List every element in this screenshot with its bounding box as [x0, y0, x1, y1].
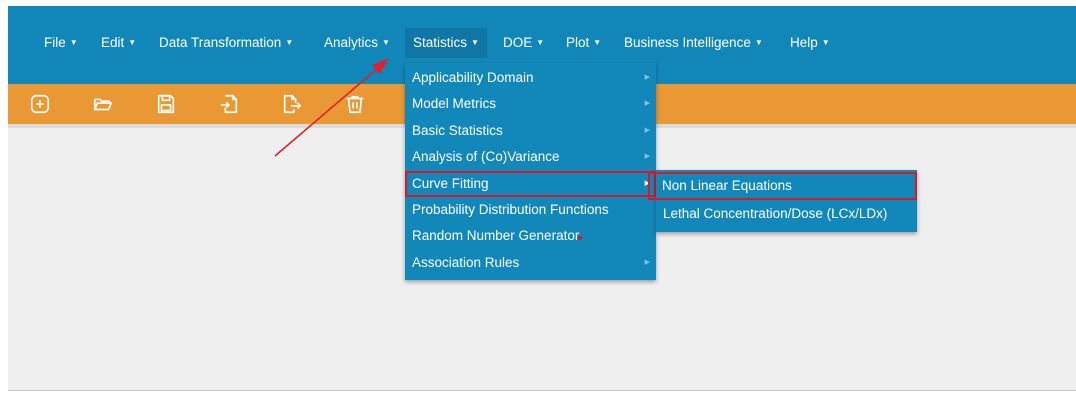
caret-down-icon: ▼ [471, 38, 479, 47]
delete-icon[interactable] [343, 92, 367, 116]
menu-item-label: Applicability Domain [412, 70, 534, 85]
menu-item-association-rules[interactable]: Association Rules ▶ [405, 250, 656, 276]
menu-item-applicability-domain[interactable]: Applicability Domain ▶ [405, 65, 656, 91]
caret-down-icon: ▼ [754, 38, 763, 47]
menu-item-model-metrics[interactable]: Model Metrics ▶ [405, 91, 656, 117]
menu-item-label: Model Metrics [412, 96, 497, 112]
menu-statistics[interactable]: Statistics ▼ [405, 28, 487, 58]
menu-business-intelligence-label: Business Intelligence [624, 35, 751, 50]
submenu-arrow-icon: ▶ [644, 100, 650, 108]
submenu-item-lethal-concentration[interactable]: Lethal Concentration/Dose (LCx/LDx) [656, 200, 917, 228]
submenu-arrow-icon: ▶ [644, 74, 650, 81]
curve-fitting-submenu: Non Linear Equations Lethal Concentratio… [648, 170, 917, 232]
menu-item-label: Association Rules [412, 254, 520, 270]
submenu-item-label: Lethal Concentration/Dose (LCx/LDx) [663, 206, 888, 221]
menu-data-transformation[interactable]: Data Transformation ▼ [159, 28, 293, 58]
menu-file-label: File [44, 35, 66, 50]
caret-down-icon: ▼ [821, 38, 830, 47]
menu-edit[interactable]: Edit ▼ [101, 28, 136, 58]
menu-plot[interactable]: Plot ▼ [566, 28, 601, 58]
menu-item-label: Basic Statistics [412, 122, 503, 138]
menu-item-label: Random Number Generator [412, 228, 580, 244]
menu-item-label: Curve Fitting [412, 175, 489, 191]
menu-item-random-number-generator[interactable]: Random Number Generator [405, 223, 656, 249]
menu-edit-label: Edit [101, 35, 125, 50]
caret-down-icon: ▼ [536, 38, 545, 47]
caret-down-icon: ▼ [69, 38, 78, 47]
menu-help[interactable]: Help ▼ [790, 28, 830, 58]
menu-item-curve-fitting[interactable]: Curve Fitting ▶ [405, 170, 656, 197]
menu-analytics[interactable]: Analytics ▼ [324, 28, 390, 58]
statistics-dropdown-menu: Applicability Domain ▶ Model Metrics ▶ Bas… [405, 63, 656, 280]
import-icon[interactable] [217, 92, 241, 116]
caret-down-icon: ▼ [285, 38, 294, 47]
menu-data-transformation-label: Data Transformation [159, 35, 282, 50]
menu-analytics-label: Analytics [324, 35, 379, 50]
menu-statistics-label: Statistics [413, 35, 468, 50]
submenu-arrow-icon: ▶ [644, 153, 650, 161]
submenu-arrow-icon: ▶ [644, 126, 650, 134]
menu-help-label: Help [790, 35, 818, 50]
menu-file[interactable]: File ▼ [44, 28, 78, 58]
save-icon[interactable] [154, 92, 178, 116]
menu-business-intelligence[interactable]: Business Intelligence ▼ [624, 28, 763, 58]
submenu-item-label: Non Linear Equations [662, 178, 792, 193]
menu-item-basic-statistics[interactable]: Basic Statistics ▶ [405, 118, 656, 144]
menu-doe-label: DOE [503, 35, 533, 50]
caret-down-icon: ▼ [128, 38, 137, 47]
open-folder-icon[interactable] [91, 92, 115, 116]
menu-item-label: Probability Distribution Functions [412, 201, 609, 217]
menu-doe[interactable]: DOE ▼ [503, 28, 544, 58]
export-icon[interactable] [280, 92, 304, 116]
menu-item-probability-distribution-functions[interactable]: Probability Distribution Functions [405, 197, 656, 223]
submenu-item-non-linear-equations[interactable]: Non Linear Equations [648, 172, 917, 200]
caret-down-icon: ▼ [382, 38, 390, 47]
new-file-icon[interactable] [28, 92, 52, 116]
menu-plot-label: Plot [566, 35, 590, 50]
caret-down-icon: ▼ [593, 38, 602, 47]
submenu-arrow-icon: ▶ [644, 258, 650, 266]
menu-item-label: Analysis of (Co)Variance [412, 149, 560, 165]
annotation-dot [578, 236, 582, 240]
menu-item-analysis-of-covariance[interactable]: Analysis of (Co)Variance ▶ [405, 144, 656, 170]
